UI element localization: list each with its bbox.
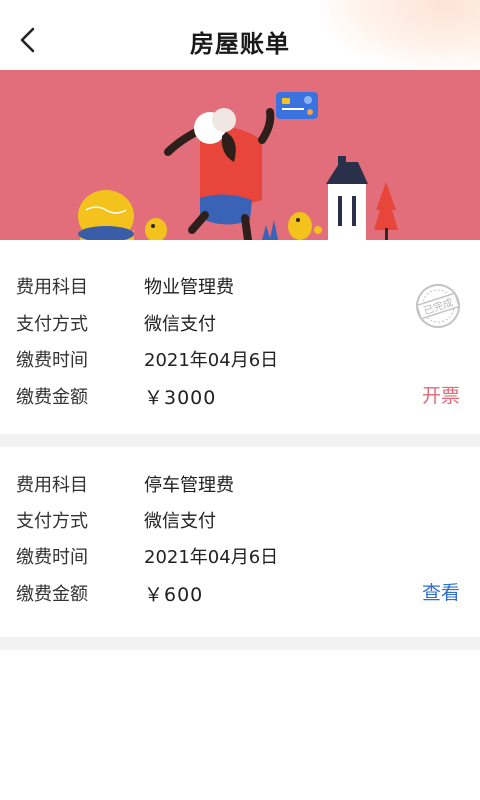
bill-row-payment-method: 支付方式 微信支付 [16, 308, 216, 338]
payment-time-label: 缴费时间 [16, 350, 88, 371]
bill-row-amount: 缴费金额 ￥3000 [16, 381, 216, 411]
payment-method-value: 微信支付 [144, 314, 216, 335]
payment-method-label: 支付方式 [16, 511, 88, 532]
invoice-button[interactable]: 开票 [422, 381, 460, 408]
divider [0, 434, 480, 447]
subject-value: 停车管理费 [144, 475, 234, 496]
payment-time-value: 2021年04月6日 [144, 547, 279, 568]
amount-value: ￥3000 [144, 386, 217, 409]
payment-method-label: 支付方式 [16, 314, 88, 335]
subject-value: 物业管理费 [144, 277, 234, 298]
payment-time-label: 缴费时间 [16, 547, 88, 568]
payment-time-value: 2021年04月6日 [144, 350, 279, 371]
top-bar: 房屋账单 [0, 0, 480, 70]
amount-label: 缴费金额 [16, 584, 88, 605]
subject-label: 费用科目 [16, 475, 88, 496]
amount-value: ￥600 [144, 583, 204, 606]
bill-card: 费用科目 物业管理费 支付方式 微信支付 缴费时间 2021年04月6日 缴费金… [0, 240, 480, 434]
view-button[interactable]: 查看 [422, 578, 460, 605]
subject-label: 费用科目 [16, 277, 88, 298]
bill-row-amount: 缴费金额 ￥600 [16, 578, 203, 608]
amount-label: 缴费金额 [16, 387, 88, 408]
bill-row-payment-time: 缴费时间 2021年04月6日 [16, 541, 278, 571]
bill-row-payment-time: 缴费时间 2021年04月6日 [16, 344, 278, 374]
bill-card: 费用科目 停车管理费 支付方式 微信支付 缴费时间 2021年04月6日 缴费金… [0, 447, 480, 637]
bill-row-subject: 费用科目 停车管理费 [16, 469, 234, 499]
bill-row-payment-method: 支付方式 微信支付 [16, 505, 216, 535]
divider [0, 637, 480, 650]
page-title: 房屋账单 [190, 30, 290, 58]
payment-method-value: 微信支付 [144, 511, 216, 532]
bill-row-subject: 费用科目 物业管理费 [16, 271, 234, 301]
